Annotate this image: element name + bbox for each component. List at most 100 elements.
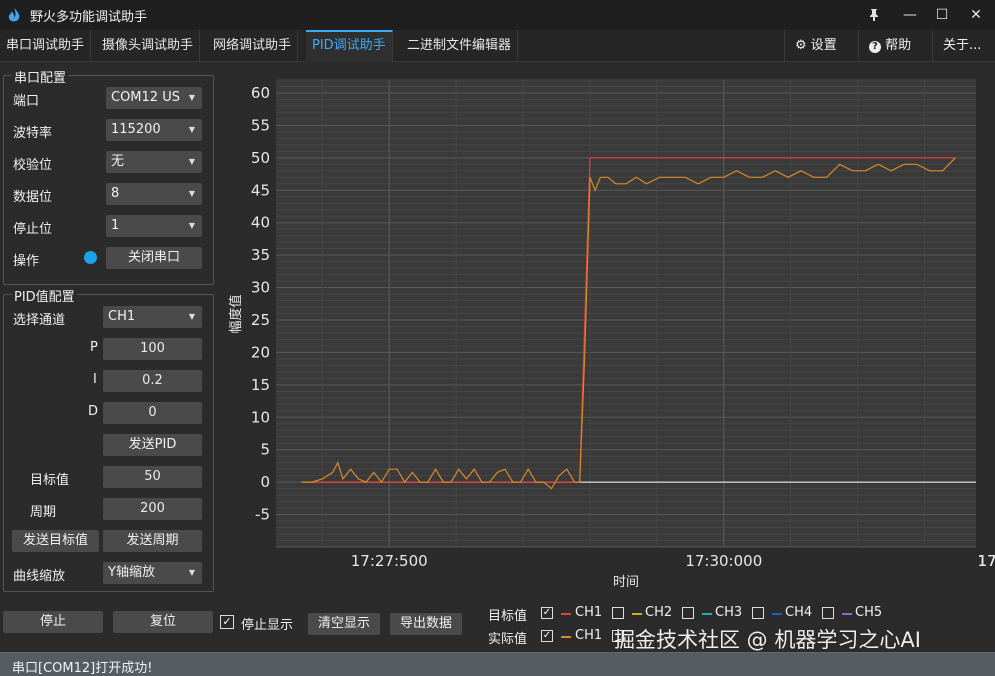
gear-icon: ⚙: [795, 38, 807, 53]
i-input[interactable]: 0.2: [103, 370, 202, 392]
pin-icon[interactable]: [862, 4, 886, 26]
close-port-button[interactable]: 关闭串口: [106, 247, 202, 269]
watermark-text: 掘金技术社区 @ 机器学习之心AI: [614, 628, 921, 652]
tab-binary-editor[interactable]: 二进制文件编辑器: [401, 30, 519, 62]
i-label: I: [93, 372, 97, 387]
y-tick-label: 25: [251, 311, 270, 329]
target-ch3-label: CH3: [715, 605, 743, 620]
d-input[interactable]: 0: [103, 402, 202, 424]
scale-label: 曲线缩放: [13, 569, 66, 584]
port-value: COM12 US: [111, 90, 180, 105]
y-tick-label: 60: [251, 84, 270, 102]
d-label: D: [88, 404, 99, 419]
databits-label: 数据位: [13, 190, 53, 205]
port-label: 端口: [13, 94, 40, 109]
minimize-button[interactable]: —: [898, 4, 922, 26]
stopbits-select[interactable]: 1 ▼: [106, 215, 202, 237]
target-label: 目标值: [30, 473, 70, 488]
pid-chart: 605550454035302520151050-5 17:27:500 17:3…: [228, 79, 995, 590]
target-ch2-checkbox[interactable]: [612, 607, 624, 619]
y-tick-label: 5: [260, 441, 270, 459]
tab-serial[interactable]: 串口调试助手: [0, 30, 92, 62]
serial-config-title: 串口配置: [12, 67, 69, 86]
y-tick-label: 20: [251, 343, 270, 361]
pid-config-title: PID值配置: [12, 286, 77, 305]
help-button[interactable]: ? 帮助: [858, 30, 921, 62]
y-tick-label: 40: [251, 214, 270, 232]
help-label: 帮助: [885, 38, 912, 53]
channel-select[interactable]: CH1 ▼: [103, 306, 202, 328]
baud-select[interactable]: 115200 ▼: [106, 119, 202, 141]
databits-value: 8: [111, 186, 120, 201]
x-axis: 17:27:50017:30:00017:32:50017:35:00017:3…: [351, 552, 995, 570]
period-label: 周期: [30, 505, 57, 520]
target-ch3-checkbox[interactable]: [682, 607, 694, 619]
port-select[interactable]: COM12 US ▼: [106, 87, 202, 109]
y-tick-label: 35: [251, 246, 270, 264]
scale-select[interactable]: Y轴缩放 ▼: [103, 562, 202, 584]
window-title: 野火多功能调试助手: [30, 10, 148, 25]
parity-value: 无: [111, 154, 125, 169]
stop-display-checkbox[interactable]: ✓: [220, 615, 234, 629]
send-target-button[interactable]: 发送目标值: [12, 530, 99, 552]
databits-select[interactable]: 8 ▼: [106, 183, 202, 205]
target-ch1-swatch: [561, 613, 571, 615]
channel-label: 选择通道: [13, 313, 66, 328]
chevron-down-icon: ▼: [188, 157, 195, 166]
target-ch2-swatch: [632, 613, 642, 615]
legend-target-label: 目标值: [488, 609, 528, 624]
about-button[interactable]: 关于...: [932, 30, 991, 62]
chevron-down-icon: ▼: [188, 312, 195, 321]
tab-network[interactable]: 网络调试助手: [207, 30, 299, 62]
stop-button[interactable]: 停止: [3, 611, 103, 633]
y-axis: 605550454035302520151050-5: [251, 84, 270, 524]
chevron-down-icon: ▼: [188, 189, 195, 198]
x-tick-label: 17:27:500: [351, 552, 428, 570]
p-input[interactable]: 100: [103, 338, 202, 360]
question-icon: ?: [869, 41, 881, 53]
settings-button[interactable]: ⚙ 设置: [784, 30, 847, 62]
target-ch2-label: CH2: [645, 605, 673, 620]
maximize-button[interactable]: ☐: [930, 4, 954, 26]
target-ch1-label: CH1: [575, 605, 603, 620]
close-button[interactable]: ✕: [964, 4, 988, 26]
export-data-button[interactable]: 导出数据: [390, 613, 462, 635]
tab-pid[interactable]: PID调试助手: [306, 30, 393, 62]
y-tick-label: 10: [251, 408, 270, 426]
title-bar: 野火多功能调试助手 — ☐ ✕: [0, 0, 995, 30]
stop-display-label: 停止显示: [241, 618, 294, 633]
chevron-down-icon: ▼: [188, 221, 195, 230]
channel-value: CH1: [108, 309, 136, 324]
scale-value: Y轴缩放: [108, 565, 155, 580]
y-tick-label: 15: [251, 376, 270, 394]
target-ch4-label: CH4: [785, 605, 813, 620]
send-period-button[interactable]: 发送周期: [103, 530, 202, 552]
x-tick-label: 17:30:000: [685, 552, 762, 570]
y-axis-label: 幅度值: [228, 294, 244, 333]
chevron-down-icon: ▼: [188, 568, 195, 577]
x-axis-label: 时间: [613, 575, 639, 590]
target-ch1-checkbox[interactable]: ✓: [541, 607, 553, 619]
baud-value: 115200: [111, 122, 161, 137]
target-input[interactable]: 50: [103, 466, 202, 488]
period-input[interactable]: 200: [103, 498, 202, 520]
tab-camera[interactable]: 摄像头调试助手: [96, 30, 201, 62]
x-tick-label: 17:37:500: [978, 552, 995, 570]
parity-select[interactable]: 无 ▼: [106, 151, 202, 173]
flame-icon: [8, 7, 20, 22]
reset-button[interactable]: 复位: [113, 611, 213, 633]
status-message: 串口[COM12]打开成功!: [12, 661, 153, 676]
stopbits-label: 停止位: [13, 222, 53, 237]
target-ch5-checkbox[interactable]: [822, 607, 834, 619]
clear-display-button[interactable]: 清空显示: [308, 613, 380, 635]
target-ch4-checkbox[interactable]: [752, 607, 764, 619]
send-pid-button[interactable]: 发送PID: [103, 434, 202, 456]
target-ch3-swatch: [702, 613, 712, 615]
target-ch5-label: CH5: [855, 605, 883, 620]
parity-label: 校验位: [13, 158, 53, 173]
actual-ch1-swatch: [561, 636, 571, 638]
y-tick-label: -5: [255, 506, 270, 524]
actual-ch1-checkbox[interactable]: ✓: [541, 630, 553, 642]
status-bar: 串口[COM12]打开成功!: [0, 652, 995, 676]
y-tick-label: 50: [251, 149, 270, 167]
